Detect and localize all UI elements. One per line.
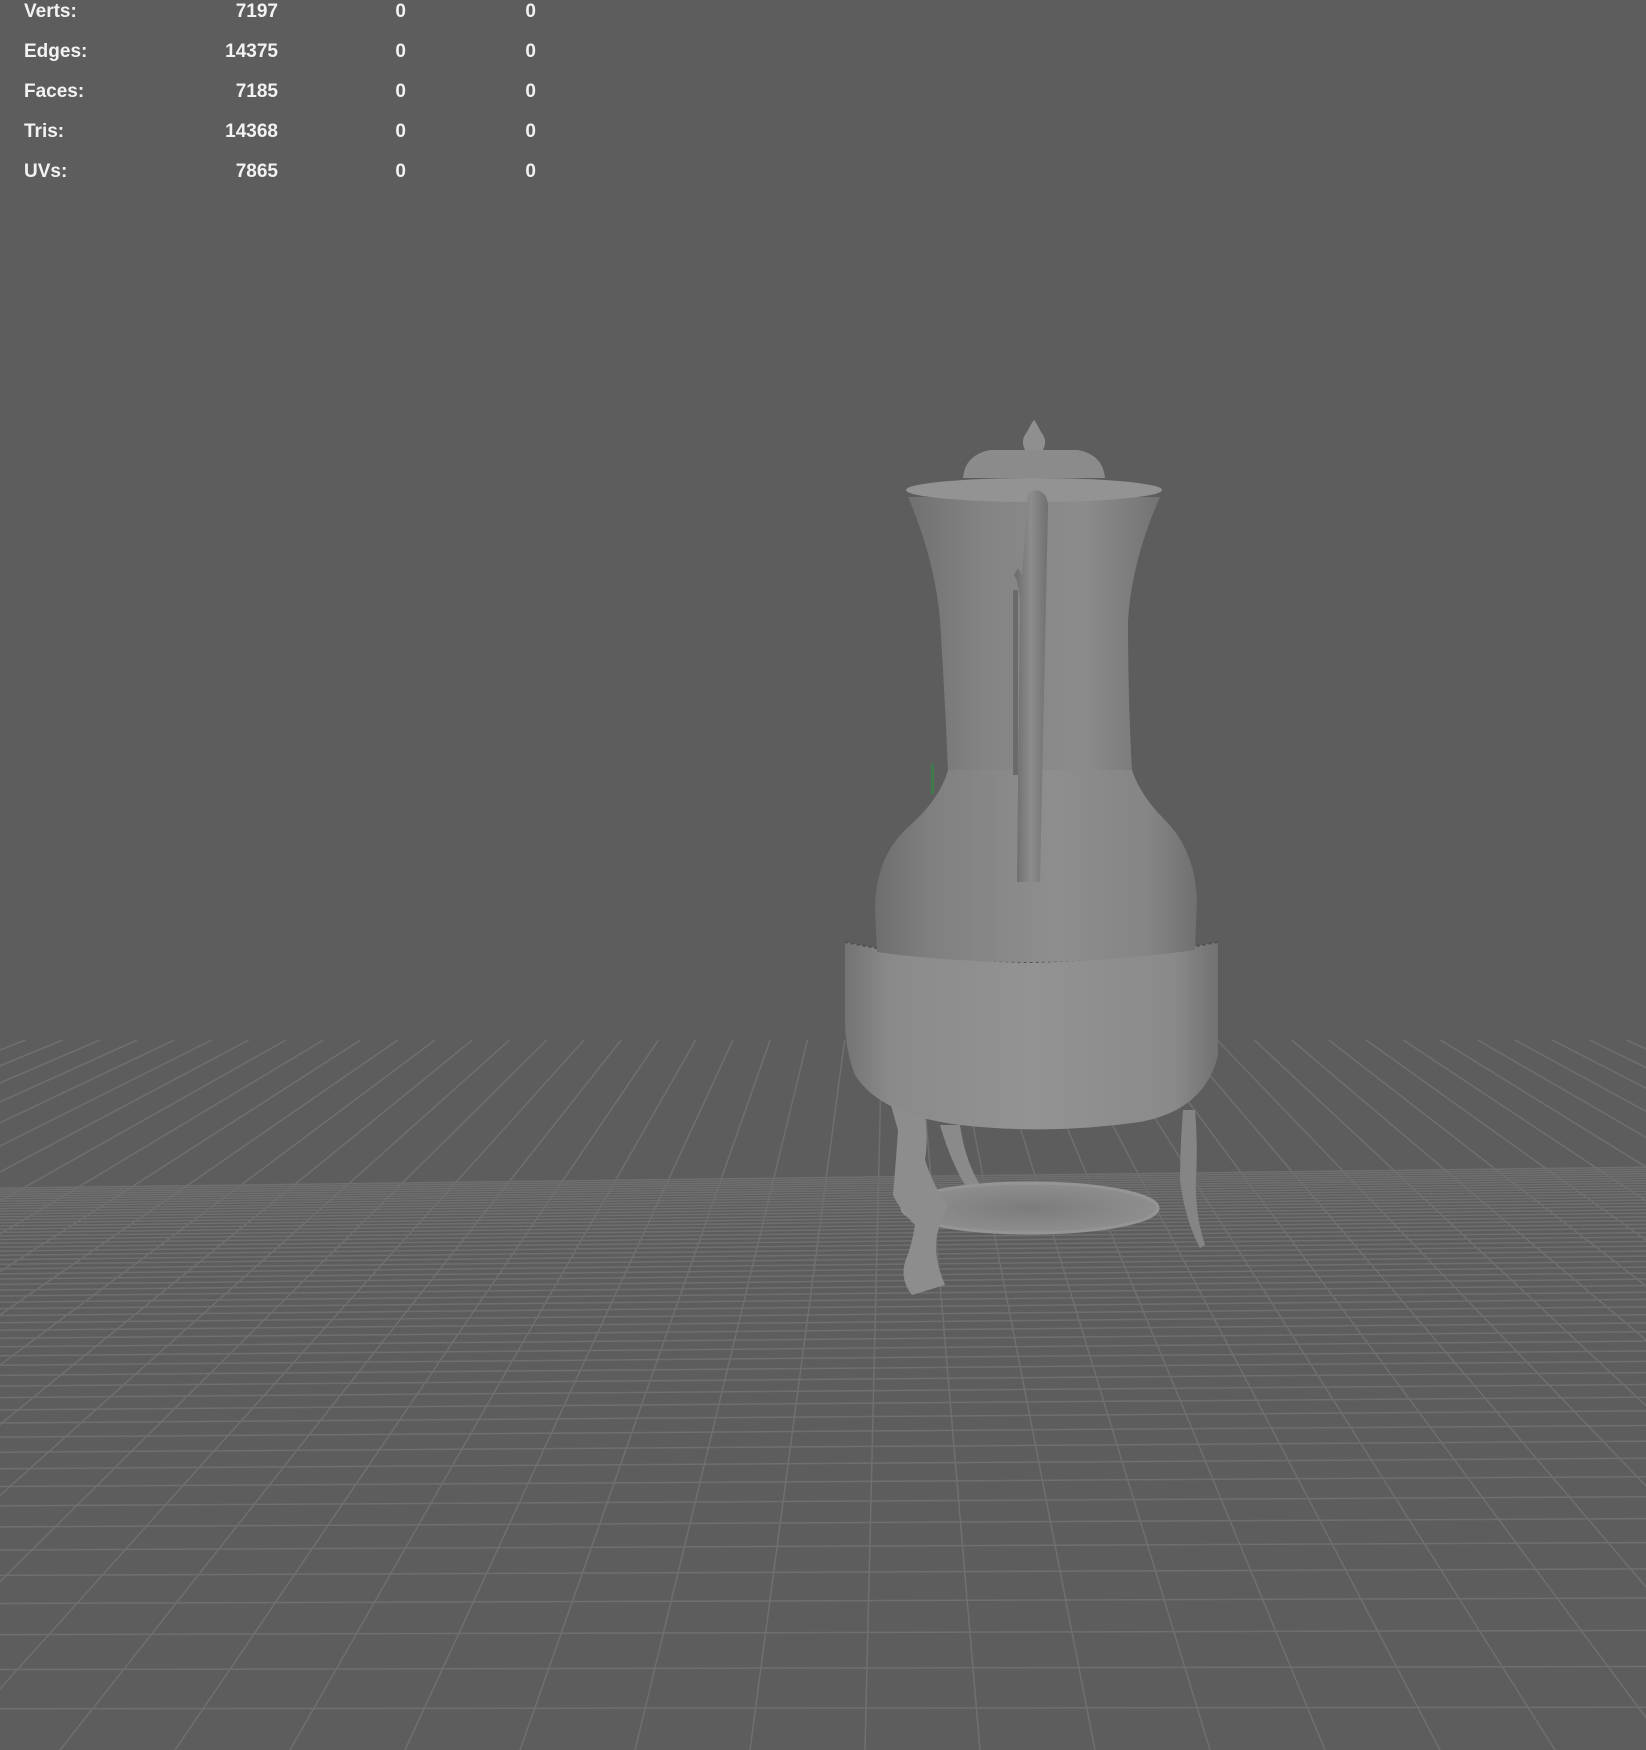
grid-line [0,1039,212,1147]
hud-row-faces: Faces: 7185 0 0 [24,80,544,120]
hud-value: 7185 [235,81,278,102]
grid-line [0,1250,1646,1270]
grid-line [1514,1039,1646,1113]
grid-line [0,1039,63,1067]
hud-row-tris: Tris: 14368 0 0 [24,120,544,160]
model-pot-lid[interactable] [963,450,1105,478]
hud-value: 0 [395,41,406,62]
grid-line [1402,1039,1646,1202]
grid-line [0,1597,1646,1605]
grid-line [0,1039,101,1084]
hud-value: 0 [525,41,536,62]
grid-line [0,1706,1646,1710]
polycount-hud: Verts: 7197 0 0 Edges: 14375 0 0 Faces: … [24,0,544,200]
grid-line [0,1424,1646,1438]
hud-row-verts: Verts: 7197 0 0 [24,0,544,40]
grid-line [0,1665,1646,1671]
grid-line [0,1331,1646,1348]
hud-label: Edges: [24,41,88,62]
3d-viewport[interactable]: Verts: 7197 0 0 Edges: 14375 0 0 Faces: … [0,0,1646,1750]
viewport-scene[interactable] [0,0,1646,1750]
grid-line [0,1039,138,1103]
hud-row-uvs: UVs: 7865 0 0 [24,160,544,200]
grid-line [1365,1039,1646,1241]
ground-grid [0,1039,1646,1750]
grid-line [0,1166,1646,1189]
hud-value: 0 [525,1,536,22]
grid-line [749,1039,846,1750]
grid-line [1477,1039,1646,1139]
grid-line [0,1457,1646,1470]
hud-value: 0 [525,161,536,182]
grid-line [1141,1039,1646,1719]
grid-line [0,1475,1646,1488]
grid-line [0,1396,1646,1411]
grid-line [519,1039,771,1750]
grid-line [0,1298,1646,1317]
grid-line [1067,1039,1441,1750]
grid-line [1551,1039,1646,1090]
grid-line [0,1291,1646,1310]
grid-line [0,1568,1646,1577]
grid-line [0,1541,1646,1551]
grid-line [0,1517,1646,1528]
grid-line [634,1039,809,1750]
model-warmer-bowl[interactable] [845,942,1218,1130]
hud-value: 14368 [225,121,278,142]
grid-line [1104,1039,1556,1750]
hud-label: Verts: [24,1,77,22]
hud-label: Faces: [24,81,85,102]
hud-value: 0 [525,121,536,142]
grid-line [1291,1039,1646,1342]
grid-line [0,1410,1646,1424]
hud-value: 7197 [235,1,278,22]
grid-line [0,1039,175,1124]
grid-line [1253,1039,1646,1407]
grid-line [0,1039,26,1051]
grid-line [0,1440,1646,1454]
grid-line [1589,1039,1646,1069]
grid-line [0,1313,1646,1332]
hud-value: 0 [395,161,406,182]
grid-line [0,1255,1646,1275]
hud-value: 0 [525,81,536,102]
pivot-marker [931,764,934,794]
grid-line [1440,1039,1646,1168]
hud-value: 0 [395,1,406,22]
grid-line [0,1371,1646,1387]
hud-value: 0 [395,81,406,102]
hud-value: 0 [395,121,406,142]
hud-label: UVs: [24,161,68,182]
grid-line [864,1039,883,1750]
grid-line [0,1306,1646,1324]
grid-line [404,1039,734,1750]
hud-label: Tris: [24,121,65,142]
hud-value: 7865 [235,161,278,182]
grid-line [0,1629,1646,1636]
grid-line [1626,1039,1646,1050]
hud-row-edges: Edges: 14375 0 0 [24,40,544,80]
grid-line [1179,1039,1646,1589]
hud-value: 14375 [225,41,278,62]
